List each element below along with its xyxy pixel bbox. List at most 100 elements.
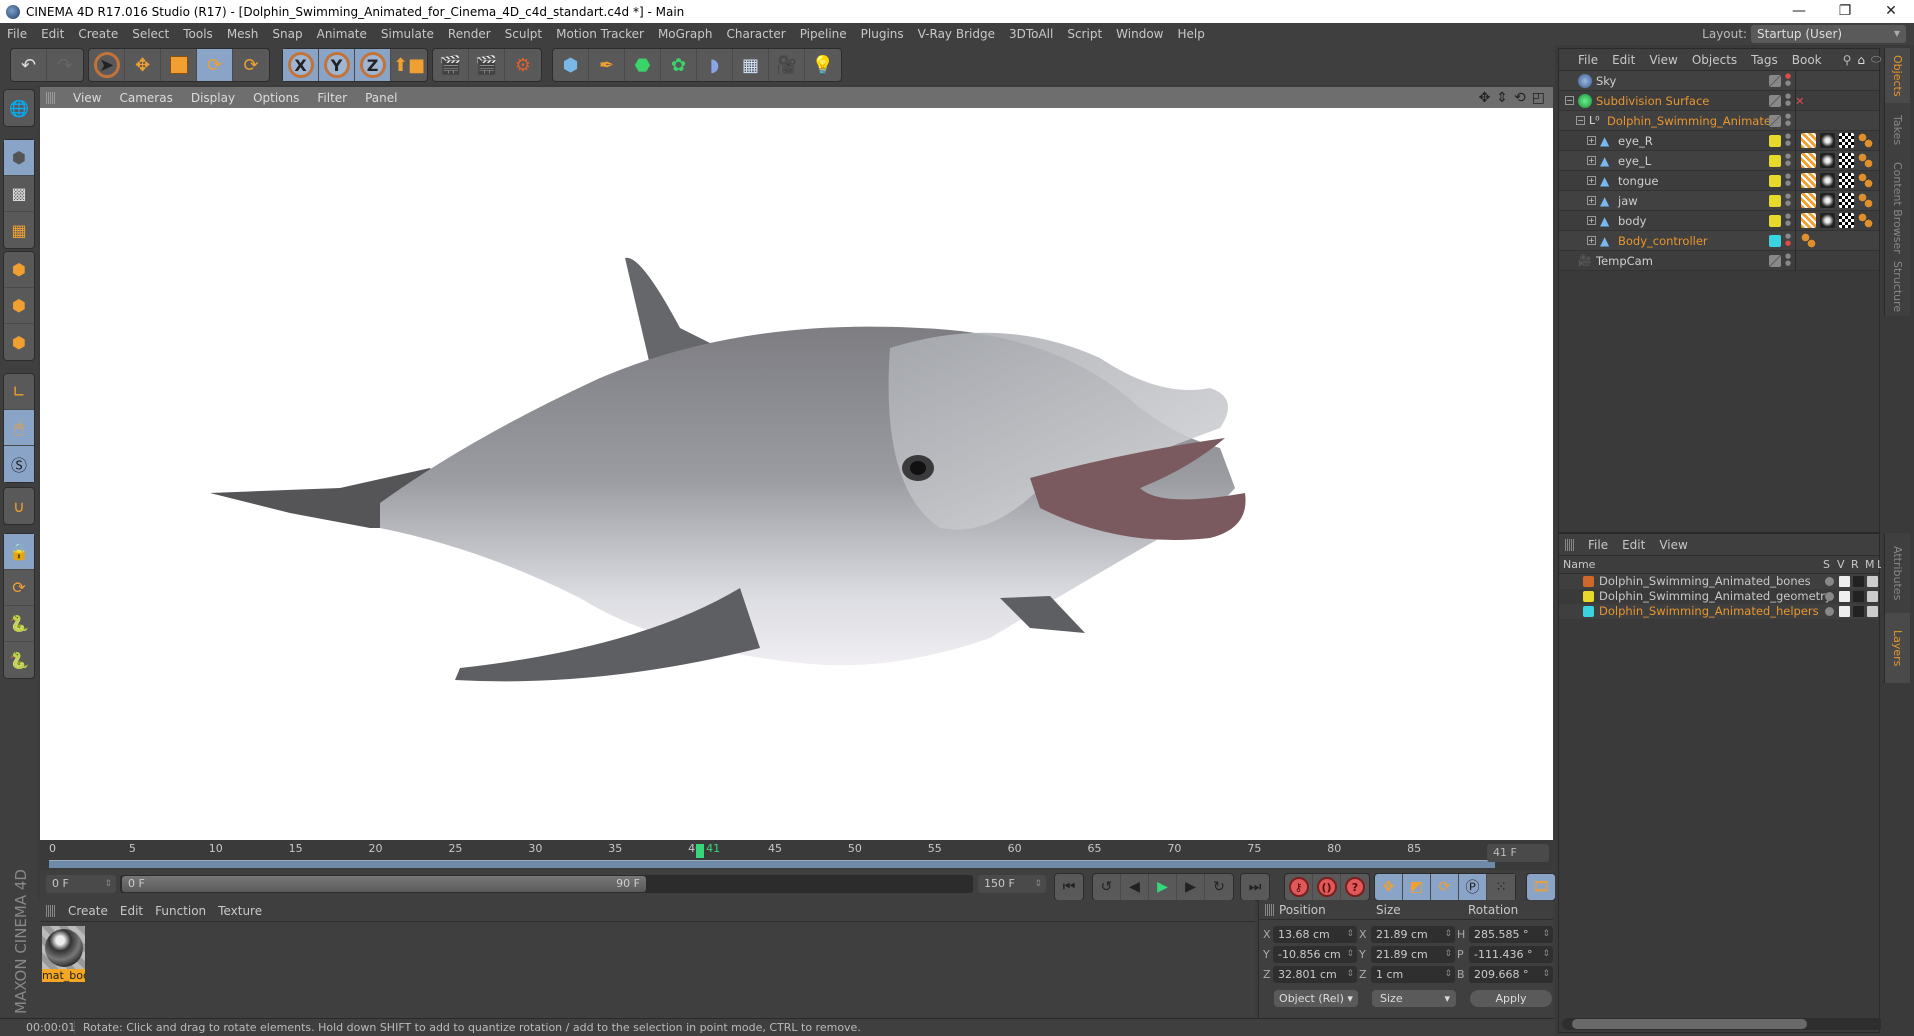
visibility-dots[interactable]: ● ●	[1785, 173, 1791, 187]
rotation-b-field[interactable]: 209.668 ° ⇕	[1469, 966, 1553, 983]
axis-mode-icon[interactable]: ∟	[4, 374, 34, 410]
snap-magnet-icon[interactable]: ∪	[4, 488, 34, 524]
expand-toggle[interactable]: +	[1587, 236, 1596, 245]
expand-toggle[interactable]: −	[1576, 116, 1585, 125]
skin-tag-icon[interactable]	[1858, 173, 1873, 188]
layer-color-swatch[interactable]	[1769, 135, 1781, 147]
side-tab-objects[interactable]: Objects	[1884, 48, 1910, 103]
material-menu-texture[interactable]: Texture	[212, 904, 268, 918]
layer-name[interactable]: Dolphin_Swimming_Animated_helpers	[1599, 604, 1819, 619]
material-menu-function[interactable]: Function	[149, 904, 212, 918]
go-to-start-button[interactable]: ⏮	[1055, 874, 1083, 900]
expand-toggle[interactable]: +	[1587, 216, 1596, 225]
object-menu-tags[interactable]: Tags	[1744, 53, 1785, 67]
layer-color-swatch[interactable]	[1769, 195, 1781, 207]
points-mode-icon[interactable]: ⬢	[4, 252, 34, 288]
previous-key-button[interactable]: ↺	[1093, 874, 1121, 900]
visibility-dots[interactable]: ● ●	[1785, 133, 1791, 147]
uvw-tag-icon[interactable]	[1839, 173, 1854, 188]
uvw-tag-icon[interactable]	[1839, 213, 1854, 228]
coordinate-mode-dropdown[interactable]: Object (Rel) ▾	[1274, 990, 1358, 1007]
rotation-p-field[interactable]: -111.436 ° ⇕	[1469, 946, 1553, 963]
layer-col-name[interactable]: Name	[1563, 558, 1595, 571]
visibility-dots[interactable]: ● ●	[1785, 253, 1791, 267]
expand-toggle[interactable]: +	[1587, 176, 1596, 185]
3d-viewport[interactable]	[40, 108, 1553, 840]
side-tab-takes[interactable]: Takes	[1884, 103, 1910, 158]
object-name[interactable]: body	[1618, 211, 1646, 231]
weight-tag-icon[interactable]	[1801, 173, 1816, 188]
workplane-sync-icon[interactable]: ⟳	[4, 570, 34, 606]
apply-button[interactable]: Apply	[1470, 990, 1552, 1007]
x-axis-toggle[interactable]: X	[283, 49, 319, 81]
object-row[interactable]: + ▲ jaw ● ●	[1559, 191, 1879, 211]
menu-character[interactable]: Character	[719, 23, 792, 45]
layer-color-swatch[interactable]	[1583, 606, 1594, 617]
parameter-key-toggle[interactable]: Ⓟ	[1459, 874, 1487, 900]
layer-col-visible[interactable]: V	[1837, 558, 1845, 571]
layer-menu-edit[interactable]: Edit	[1615, 538, 1652, 552]
python-icon[interactable]: 🐍	[4, 642, 34, 678]
visibility-dots[interactable]: ● ●	[1785, 213, 1791, 227]
layer-row[interactable]: Dolphin_Swimming_Animated_helpers	[1559, 604, 1879, 619]
menu-file[interactable]: File	[0, 23, 34, 45]
edges-mode-icon[interactable]: ⬢	[4, 288, 34, 324]
end-frame-field[interactable]: 150 F ⇕	[978, 875, 1046, 893]
eye-toggle-icon[interactable]: ⬭	[1871, 52, 1881, 67]
object-menu-objects[interactable]: Objects	[1685, 53, 1744, 67]
layer-color-swatch[interactable]	[1769, 255, 1781, 267]
uvw-tag-icon[interactable]	[1839, 133, 1854, 148]
skin-tag-icon[interactable]	[1858, 213, 1873, 228]
move-view-icon[interactable]: ✥	[1479, 90, 1491, 106]
camera-icon[interactable]: 🎥	[769, 49, 805, 81]
panel-grip[interactable]	[46, 91, 56, 104]
previous-frame-button[interactable]: ◀	[1121, 874, 1149, 900]
skin-tag-icon[interactable]	[1858, 153, 1873, 168]
frame-ruler[interactable]: 05101520253035404550556065707580859041	[49, 842, 1501, 868]
solo-toggle[interactable]	[1825, 577, 1834, 586]
position-z-field[interactable]: 32.801 cm ⇕	[1273, 966, 1357, 983]
menu-window[interactable]: Window	[1109, 23, 1170, 45]
python-icon[interactable]: 🐍	[4, 606, 34, 642]
menu-simulate[interactable]: Simulate	[374, 23, 441, 45]
uvw-tag-icon[interactable]	[1839, 153, 1854, 168]
object-name[interactable]: eye_L	[1618, 151, 1651, 171]
menu-script[interactable]: Script	[1060, 23, 1109, 45]
cube-icon[interactable]: ⬢	[553, 49, 589, 81]
menu-3dtoall[interactable]: 3DToAll	[1002, 23, 1060, 45]
expand-toggle[interactable]: −	[1565, 96, 1574, 105]
layer-color-swatch[interactable]	[1769, 75, 1781, 87]
side-tab-attributes[interactable]: Attributes	[1884, 533, 1910, 613]
record-key-button[interactable]: ⚷	[1285, 874, 1313, 900]
disabled-icon[interactable]: ✕	[1795, 91, 1805, 111]
object-menu-bookmarks[interactable]: Book	[1785, 53, 1829, 67]
layer-color-swatch[interactable]	[1769, 95, 1781, 107]
uvw-tag-icon[interactable]	[1839, 193, 1854, 208]
material-tag-icon[interactable]	[1820, 213, 1835, 228]
material-tag-icon[interactable]	[1820, 153, 1835, 168]
undo-icon[interactable]: ↶	[11, 49, 47, 81]
size-y-field[interactable]: 21.89 cm ⇕	[1371, 946, 1455, 963]
object-row[interactable]: + ▲ Body_controller ● ●	[1559, 231, 1879, 251]
visible-eye-icon[interactable]	[1839, 606, 1850, 617]
manager-icon[interactable]	[1867, 576, 1878, 587]
scrollbar-thumb[interactable]	[1572, 1019, 1807, 1029]
timeline-window-button[interactable]: 🎞	[1527, 874, 1555, 900]
manager-icon[interactable]	[1867, 606, 1878, 617]
layer-color-swatch[interactable]	[1769, 175, 1781, 187]
deformer-icon[interactable]: ◗	[697, 49, 733, 81]
menu-render[interactable]: Render	[441, 23, 498, 45]
object-menu-file[interactable]: File	[1571, 53, 1605, 67]
object-name[interactable]: Subdivision Surface	[1596, 91, 1709, 111]
y-axis-toggle[interactable]: Y	[319, 49, 355, 81]
rotation-h-field[interactable]: 285.585 ° ⇕	[1469, 926, 1553, 943]
viewport-menu-panel[interactable]: Panel	[356, 91, 406, 105]
current-frame-field[interactable]: 41 F	[1487, 844, 1549, 862]
start-frame-field[interactable]: 0 F ⇕	[46, 875, 116, 893]
menu-create[interactable]: Create	[71, 23, 125, 45]
move-icon[interactable]: ✥	[125, 49, 161, 81]
object-name[interactable]: jaw	[1618, 191, 1638, 211]
view-globe-icon[interactable]: 🌐	[4, 90, 34, 126]
layer-name[interactable]: Dolphin_Swimming_Animated_bones	[1599, 574, 1811, 589]
viewport-menu-cameras[interactable]: Cameras	[110, 91, 181, 105]
